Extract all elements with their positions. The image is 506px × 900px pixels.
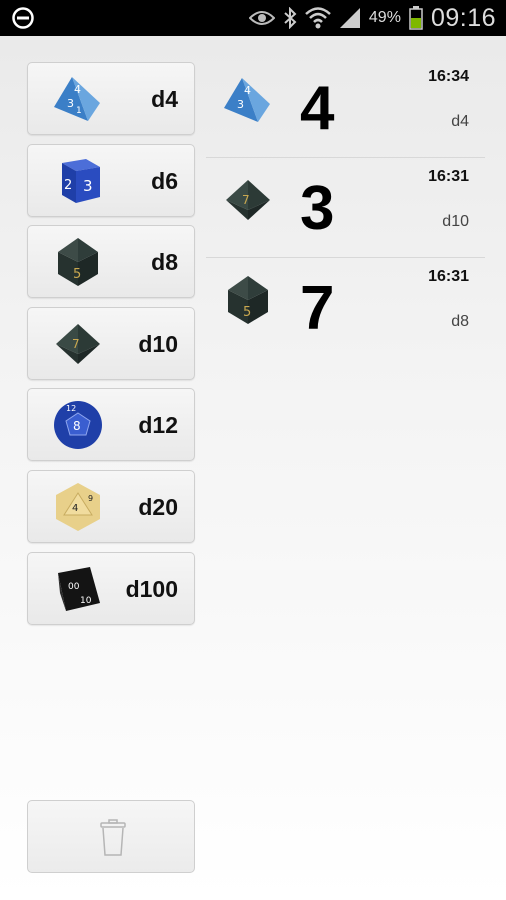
d8-die-icon: 5 (58, 238, 98, 287)
clear-history-button[interactable] (27, 800, 195, 873)
svg-text:7: 7 (242, 193, 250, 207)
svg-text:3: 3 (83, 177, 93, 195)
die-label: d4 (151, 86, 178, 112)
svg-text:4: 4 (74, 83, 81, 96)
roll-result: 4 (300, 74, 335, 143)
d6-die-icon: 2 3 (62, 158, 100, 203)
svg-text:8: 8 (73, 419, 81, 433)
roll-d6-button[interactable]: 2 3 d6 (27, 143, 195, 217)
roll-d10-button[interactable]: 7 d10 (27, 306, 195, 380)
roll-d4-button[interactable]: 3 4 1 d4 (27, 62, 195, 135)
d8-die-icon: 5 (228, 276, 268, 324)
die-label: d20 (138, 493, 178, 520)
svg-text:3: 3 (237, 98, 244, 111)
d10-die-icon: 7 (56, 323, 100, 364)
roll-die-type: d4 (451, 113, 469, 130)
roll-d100-button[interactable]: 00 10 d100 (27, 551, 195, 625)
svg-text:12: 12 (66, 404, 76, 413)
d4-die-icon: 3 4 1 (54, 77, 100, 121)
trash-icon (100, 819, 126, 856)
roll-time: 16:31 (428, 168, 469, 185)
roll-time: 16:31 (428, 268, 469, 285)
d10-die-icon: 7 (226, 180, 270, 220)
roll-d8-button[interactable]: 5 d8 (27, 225, 195, 299)
status-bar: 49% 09:16 (0, 0, 506, 36)
roll-d12-button[interactable]: 8 12 d12 (27, 388, 195, 462)
svg-text:5: 5 (243, 305, 251, 320)
roll-time: 16:34 (428, 68, 469, 85)
roll-result: 3 (300, 174, 335, 243)
svg-text:00: 00 (68, 582, 80, 592)
roll-result: 7 (300, 274, 335, 343)
svg-text:7: 7 (72, 337, 80, 351)
die-label: d100 (125, 575, 178, 602)
d12-die-icon: 8 12 (54, 401, 102, 450)
battery-icon (409, 6, 423, 30)
battery-percent: 49% (368, 9, 401, 26)
roll-die-type: d8 (451, 313, 469, 330)
wifi-icon (305, 7, 331, 29)
roll-d20-button[interactable]: 4 9 d20 (27, 469, 195, 543)
clock: 09:16 (430, 3, 496, 32)
svg-text:4: 4 (72, 503, 78, 514)
d4-die-icon: 3 4 (224, 78, 270, 122)
d100-die-icon: 00 10 (58, 566, 100, 611)
svg-text:3: 3 (67, 97, 74, 110)
svg-text:5: 5 (73, 267, 81, 282)
svg-text:4: 4 (244, 84, 251, 97)
history-row: 5 7 16:31 d8 (206, 258, 485, 358)
eye-icon (248, 11, 275, 25)
do-not-disturb-icon (12, 7, 34, 29)
roll-die-type: d10 (442, 213, 469, 230)
die-label: d6 (151, 167, 178, 194)
svg-text:10: 10 (80, 596, 92, 606)
bluetooth-icon (284, 7, 297, 29)
history-row: 7 3 16:31 d10 (206, 158, 485, 258)
svg-text:9: 9 (88, 494, 93, 503)
die-label: d8 (151, 249, 178, 276)
die-label: d10 (138, 330, 178, 357)
die-label: d12 (138, 412, 178, 439)
d20-die-icon: 4 9 (56, 482, 100, 531)
svg-text:1: 1 (76, 106, 82, 116)
signal-icon (339, 8, 360, 28)
history-row: 3 4 4 16:34 d4 (206, 58, 485, 158)
roll-history: 3 4 4 16:34 d4 7 3 16:31 d10 5 7 16:31 d… (206, 58, 485, 358)
dice-buttons: 3 4 1 d4 2 3 d6 5 d8 7 d10 8 12 d12 4 9 … (27, 62, 195, 633)
svg-text:2: 2 (64, 178, 72, 193)
